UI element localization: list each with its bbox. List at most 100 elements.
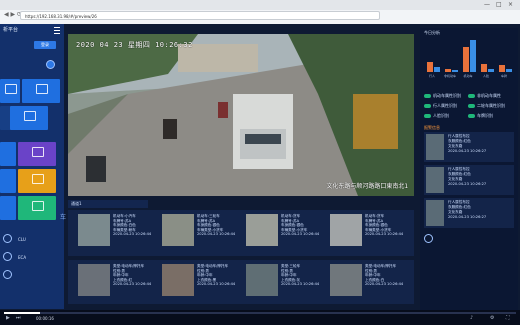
sidebar-tile-8[interactable]: [18, 169, 56, 193]
sidebar-tile-5[interactable]: [0, 142, 16, 166]
tab-strip: [0, 0, 520, 10]
right-panel: 今日分析 行人 非机动车 机动车 人脸 车牌 机动车属性识别 行人属性识别 人脸识别 非…: [420, 28, 518, 310]
alarm-card[interactable]: 行人属性布控 衣服颜色:红色 文化东路 2020-04-23 10:26:27: [424, 132, 514, 162]
person-thumbnail: [162, 264, 194, 296]
login-button[interactable]: 登录: [34, 41, 56, 49]
person-panel: 类型:电动车/摩托车 性别:男 年龄:中年 上衣颜色:红 2020-04-23 …: [68, 260, 414, 304]
vehicle-card[interactable]: 机动车:三轮车 车牌号:苏A 车身颜色:银色 车辆类型:小货车 2020-04-…: [158, 210, 238, 252]
alarm-line: 2020-04-23 10:26:27: [448, 149, 487, 153]
vehicle-card[interactable]: 机动车:货车 车牌号:苏A 车身颜色:银色 车辆类型:小货车 2020-04-2…: [242, 210, 322, 252]
power-icon[interactable]: [3, 270, 12, 279]
chart-bar: [481, 63, 487, 72]
face-icon: [424, 234, 433, 243]
info-line: 2020-04-23 10:26:44: [197, 232, 236, 237]
sidebar-tile-4[interactable]: [10, 106, 48, 130]
camera-select[interactable]: 通道1: [68, 200, 148, 208]
close-button[interactable]: ×: [508, 1, 513, 8]
live-video[interactable]: 2020 04 23 星期四 10:26:32 文化东路与顺河路路口東南北1: [68, 34, 414, 196]
person-thumbnail: [246, 264, 278, 296]
chart-bar: [470, 39, 476, 72]
alarm-thumbnail: [426, 167, 444, 193]
person-info: 类型:电动车/摩托车 性别:男 年龄:中年 上衣颜色:红 2020-04-23 …: [113, 264, 151, 287]
alarm-icon: [32, 174, 44, 184]
person-card[interactable]: 类型:电动车/摩托车 性别:男 年龄:中年 上衣颜色:黑 2020-04-23 …: [158, 260, 238, 302]
chart-bar: [463, 46, 469, 72]
vehicle-info: 机动车:货车 车牌号:苏A 车身颜色:银色 车辆类型:小货车 2020-04-2…: [365, 214, 403, 237]
control-label: 非机动车属性: [477, 93, 501, 98]
person-info: 类型:电动车/摩托车 性别:男 年龄:中年 上衣颜色:白 2020-04-23 …: [365, 264, 403, 287]
info-line: 2020-04-23 10:26:44: [281, 282, 320, 287]
toggle-switch[interactable]: [468, 104, 475, 108]
user-icon[interactable]: [3, 252, 12, 261]
minimize-button[interactable]: —: [484, 1, 490, 8]
play-icon[interactable]: ▶: [6, 315, 12, 321]
video-scene: [68, 34, 414, 196]
info-line: 2020-04-23 10:26:44: [365, 282, 404, 287]
sidebar-tile-6[interactable]: [18, 142, 56, 166]
toggle-switch[interactable]: [424, 104, 431, 108]
fullscreen-icon[interactable]: ⛶: [506, 315, 512, 321]
toggle-switch[interactable]: [468, 114, 475, 118]
control-row-5[interactable]: 二轮车属性识别: [468, 102, 516, 109]
sidebar-tile-1[interactable]: [0, 79, 20, 103]
chart-icon: [32, 201, 44, 211]
toggle-switch[interactable]: [468, 94, 475, 98]
chart-category-label: 机动车: [463, 74, 473, 78]
alarm-text: 行人属性布控 衣服颜色:红色 文化东路 2020-04-23 10:26:27: [448, 167, 486, 187]
vehicle-card[interactable]: 机动车:小汽车 车牌号:苏A 车身颜色:白色 车辆类型:轿车 2020-04-2…: [74, 210, 154, 252]
sidebar-tile-9[interactable]: [0, 196, 16, 220]
vehicle-panel: 车 机动车:小汽车 车牌号:苏A 车身颜色:白色 车辆类型:轿车 2020-04…: [60, 210, 414, 256]
sidebar-bottom-label-2: ECA: [18, 255, 27, 260]
info-line: 2020-04-23 10:26:44: [281, 232, 320, 237]
chart-category-label: 人脸: [482, 74, 489, 78]
control-label: 行人属性识别: [433, 103, 457, 108]
sidebar-tile-10[interactable]: [18, 196, 56, 220]
vehicle-thumbnail: [246, 214, 278, 246]
sidebar-tile-7[interactable]: [0, 169, 16, 193]
person-card[interactable]: 类型:电动车/摩托车 性别:男 年龄:中年 上衣颜色:红 2020-04-23 …: [74, 260, 154, 302]
maximize-button[interactable]: □: [496, 1, 502, 8]
address-bar[interactable]: https://192.168.31.98/#/preview/26: [20, 11, 380, 20]
camera-caption: 文化东路与顺河路路口東南北1: [326, 183, 408, 190]
browser-chrome: ◀ ▶ ⟳ https://192.168.31.98/#/preview/26…: [0, 0, 520, 24]
analysis-icon: [24, 111, 36, 121]
control-label: 二轮车属性识别: [477, 103, 505, 108]
control-row-6[interactable]: 车牌识别: [468, 112, 516, 119]
chart-bar: [434, 66, 440, 72]
vehicle-card[interactable]: 机动车:货车 车牌号:苏A 车身颜色:银色 车辆类型:小货车 2020-04-2…: [326, 210, 406, 252]
sidebar-tile-2[interactable]: [22, 79, 60, 103]
alarm-card[interactable]: 行人属性布控 衣服颜色:红色 文化东路 2020-04-23 10:26:27: [424, 198, 514, 228]
toggle-switch[interactable]: [424, 94, 431, 98]
chart-bar: [445, 68, 451, 72]
alarm-title: 报警信息: [424, 125, 440, 130]
today-analysis-chart: 行人 非机动车 机动车 人脸 车牌: [424, 36, 514, 78]
chart-category-label: 非机动车: [443, 74, 456, 78]
control-label: 机动车属性识别: [433, 93, 461, 98]
info-line: 2020-04-23 10:26:44: [113, 282, 152, 287]
volume-icon[interactable]: ♪: [470, 315, 476, 321]
info-line: 2020-04-23 10:26:44: [365, 232, 404, 237]
vehicle-thumbnail: [330, 214, 362, 246]
alarm-line: 2020-04-23 10:26:27: [448, 215, 487, 219]
refresh-icon[interactable]: [46, 60, 55, 69]
chart-bar: [506, 68, 512, 72]
grid-icon: [32, 147, 44, 157]
control-label: 车牌识别: [477, 113, 493, 118]
toggle-switch[interactable]: [424, 114, 431, 118]
seek-bar[interactable]: [4, 312, 516, 314]
settings-icon[interactable]: [3, 234, 12, 243]
sidebar-bottom-label-1: CLU: [18, 237, 26, 242]
settings-icon[interactable]: ⚙: [490, 315, 496, 321]
chart-bar: [488, 69, 494, 72]
person-info: 类型:电动车/摩托车 性别:男 年龄:中年 上衣颜色:黑 2020-04-23 …: [197, 264, 235, 287]
control-row-4[interactable]: 非机动车属性: [468, 92, 516, 99]
seek-progress: [4, 312, 40, 314]
next-icon[interactable]: ⏭: [16, 315, 22, 321]
person-card[interactable]: 类型:电动车/摩托车 性别:男 年龄:中年 上衣颜色:白 2020-04-23 …: [326, 260, 406, 302]
person-info: 类型:三轮车 性别:男 年龄:中年 上衣颜色:灰 2020-04-23 10:2…: [281, 264, 319, 287]
menu-icon[interactable]: [54, 27, 60, 34]
vehicle-thumbnail: [78, 214, 110, 246]
alarm-card[interactable]: 行人属性布控 衣服颜色:红色 文化东路 2020-04-23 10:26:27: [424, 165, 514, 195]
alarm-text: 行人属性布控 衣服颜色:红色 文化东路 2020-04-23 10:26:27: [448, 134, 486, 154]
person-card[interactable]: 类型:三轮车 性别:男 年龄:中年 上衣颜色:灰 2020-04-23 10:2…: [242, 260, 322, 302]
